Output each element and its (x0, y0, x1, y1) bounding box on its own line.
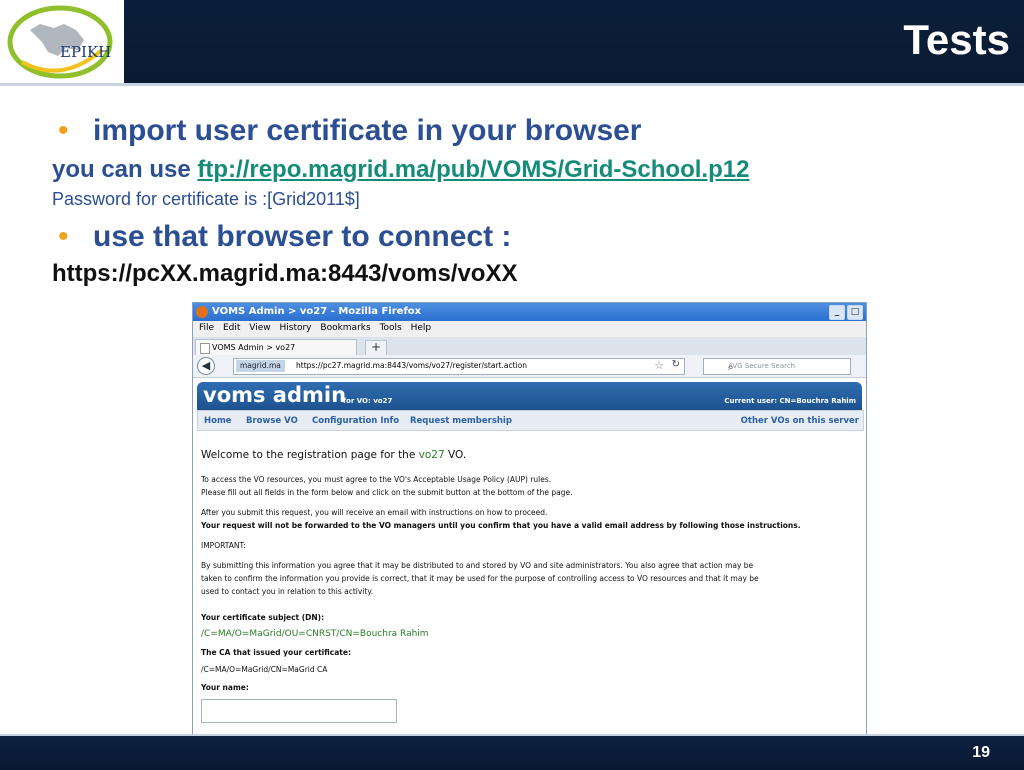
address-bar[interactable]: magrid.ma https://pc27.magrid.ma:8443/vo… (233, 358, 685, 375)
use-prefix: you can use (52, 156, 198, 183)
maximize-button[interactable]: □ (847, 305, 863, 320)
menu-help[interactable]: Help (411, 323, 432, 333)
nav-request-membership[interactable]: Request membership (410, 416, 512, 426)
browser-window: VOMS Admin > vo27 - Mozilla Firefox _ □ … (192, 302, 867, 736)
dn-value: /C=MA/O=MaGrid/OU=CNRST/CN=Bouchra Rahim (201, 629, 429, 639)
paragraph-agree-3: used to contact you in relation to this … (201, 587, 374, 596)
important-label: IMPORTANT: (201, 541, 246, 550)
nav-configuration-info[interactable]: Configuration Info (312, 416, 399, 426)
search-input[interactable]: AVG Secure Search ⌕ (703, 358, 851, 375)
window-titlebar: VOMS Admin > vo27 - Mozilla Firefox _ □ (193, 303, 866, 321)
name-label: Your name: (201, 683, 249, 692)
connect-url: https://pcXX.magrid.ma:8443/voms/voXX (52, 260, 518, 287)
slide-footer: 19 (0, 734, 1024, 770)
welcome-text: Welcome to the registration page for the… (201, 449, 466, 461)
name-input[interactable] (201, 699, 397, 723)
page-title: Tests (903, 16, 1010, 63)
logo-text: EPIKH (60, 43, 111, 61)
minimize-button[interactable]: _ (829, 305, 845, 320)
voms-banner: voms admin for VO: vo27 Current user: CN… (197, 382, 862, 410)
paragraph-fill: Please fill out all fields in the form b… (201, 488, 573, 497)
reload-icon[interactable]: ↻ (672, 359, 680, 370)
use-line: you can use ftp://repo.magrid.ma/pub/VOM… (52, 156, 749, 184)
current-user: Current user: CN=Bouchra Rahim (724, 397, 856, 405)
slide-header: EPIKH Tests (0, 0, 1024, 86)
ca-value: /C=MA/O=MaGrid/CN=MaGrid CA (201, 665, 328, 674)
ca-label: The CA that issued your certificate: (201, 648, 351, 657)
nav-browse-vo[interactable]: Browse VO (246, 416, 298, 426)
paragraph-forward: Your request will not be forwarded to th… (201, 521, 801, 530)
voms-for-vo: for VO: vo27 (343, 397, 393, 405)
page-number: 19 (972, 744, 990, 761)
voms-title: voms admin (203, 383, 347, 407)
voms-nav: Home Browse VO Configuration Info Reques… (197, 410, 864, 431)
paragraph-submit: After you submit this request, you will … (201, 508, 548, 517)
window-title: VOMS Admin > vo27 - Mozilla Firefox (212, 306, 422, 317)
url-text: https://pc27.magrid.ma:8443/voms/vo27/re… (296, 361, 527, 370)
welcome-suffix: VO. (444, 449, 467, 461)
firefox-icon (196, 306, 208, 318)
menu-tools[interactable]: Tools (380, 323, 402, 333)
menu-history[interactable]: History (279, 323, 311, 333)
bullet-dot-icon: • (58, 114, 69, 147)
bullet-connect: use that browser to connect : (93, 220, 512, 253)
bullet-dot-icon: • (58, 220, 69, 253)
back-button[interactable]: ◀ (197, 357, 215, 375)
epikh-logo: EPIKH (0, 0, 124, 84)
globe-icon: EPIKH (7, 5, 113, 79)
certificate-link[interactable]: ftp://repo.magrid.ma/pub/VOMS/Grid-Schoo… (197, 156, 749, 183)
bookmark-star-icon[interactable]: ☆ (654, 359, 664, 372)
new-tab-button[interactable]: + (365, 340, 387, 356)
navigation-bar: ◀ magrid.ma https://pc27.magrid.ma:8443/… (193, 355, 866, 378)
welcome-vo: vo27 (418, 449, 445, 461)
bullet-import-certificate: import user certificate in your browser (93, 114, 642, 147)
paragraph-agree-1: By submitting this information you agree… (201, 561, 754, 570)
welcome-prefix: Welcome to the registration page for the (201, 449, 419, 461)
tab-bar: VOMS Admin > vo27 + (193, 337, 866, 356)
menu-file[interactable]: File (199, 323, 214, 333)
nav-other-vos[interactable]: Other VOs on this server (741, 416, 859, 426)
paragraph-agree-2: taken to confirm the information you pro… (201, 574, 759, 583)
menu-bookmarks[interactable]: Bookmarks (320, 323, 370, 333)
menu-view[interactable]: View (249, 323, 270, 333)
dn-label: Your certificate subject (DN): (201, 613, 325, 622)
password-line: Password for certificate is :[Grid2011$] (52, 189, 360, 209)
paragraph-aup: To access the VO resources, you must agr… (201, 475, 552, 484)
nav-home[interactable]: Home (204, 416, 232, 426)
tab-label: VOMS Admin > vo27 (212, 343, 296, 352)
site-identity[interactable]: magrid.ma (236, 360, 285, 372)
search-icon[interactable]: ⌕ (728, 362, 846, 373)
page-icon (200, 343, 210, 354)
menu-edit[interactable]: Edit (223, 323, 240, 333)
tab-voms-admin[interactable]: VOMS Admin > vo27 (195, 339, 357, 356)
menu-bar: File Edit View History Bookmarks Tools H… (193, 321, 866, 337)
